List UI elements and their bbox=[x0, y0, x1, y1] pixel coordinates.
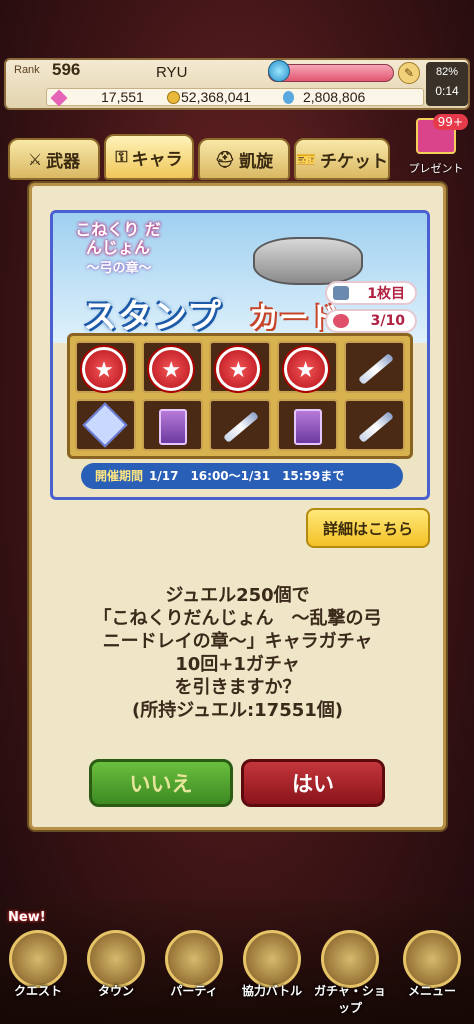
feather-icon[interactable]: ✎ bbox=[398, 62, 420, 84]
stamp-slot bbox=[276, 341, 338, 393]
yes-button[interactable]: はい bbox=[241, 759, 385, 807]
stamp-slot bbox=[209, 399, 271, 451]
nav-gacha-shop[interactable]: ガチャ・ショップ bbox=[314, 930, 386, 1015]
event-logo-subtitle: 〜弓の章〜 bbox=[86, 261, 152, 276]
details-button[interactable]: 詳細はこちら bbox=[306, 508, 430, 548]
tab-label: チケット bbox=[319, 151, 388, 172]
party-icon bbox=[165, 930, 223, 988]
gacha-confirm-dialog: こねくり だんじょん 〜弓の章〜 スタンプ カード 1枚目 3/10 開催期間 bbox=[29, 183, 446, 830]
stamp-slot bbox=[142, 399, 204, 451]
present-button[interactable]: 99+ プレゼント bbox=[404, 114, 468, 186]
tab-triumph[interactable]: ⛑ 凱旋 bbox=[198, 138, 290, 180]
new-badge: New! bbox=[8, 910, 46, 925]
message-line: 「こねくりだんじょん 〜乱撃の弓 bbox=[93, 608, 382, 629]
sword-reward-icon bbox=[223, 411, 260, 443]
drop-icon bbox=[283, 91, 294, 104]
menu-icon bbox=[403, 930, 461, 988]
book-reward-icon bbox=[293, 409, 322, 445]
battery-percent: 82% bbox=[435, 66, 459, 78]
battery-indicator: 82% 0:14 bbox=[426, 62, 468, 106]
nav-coop-battle[interactable]: 協力バトル bbox=[236, 930, 308, 998]
nav-party[interactable]: パーティ bbox=[158, 930, 230, 998]
crystal-reward-icon bbox=[82, 402, 128, 448]
event-period: 開催期間 1/17 16:00〜1/31 15:59まで bbox=[81, 463, 403, 489]
helmet-icon: ⛑ bbox=[214, 149, 236, 169]
confirm-message: ジュエル250個で 「こねくりだんじょん 〜乱撃の弓 ニードレイの章〜」キャラガ… bbox=[32, 584, 443, 722]
period-value: 1/17 16:00〜1/31 15:59まで bbox=[149, 469, 345, 483]
jewel-icon bbox=[50, 89, 68, 107]
town-icon bbox=[87, 930, 145, 988]
message-line: を引きますか？ bbox=[174, 677, 301, 698]
jewel-count: 17,551 bbox=[101, 89, 144, 105]
tab-weapon[interactable]: ⚔ 武器 bbox=[8, 138, 100, 180]
stamp-mark-icon bbox=[283, 347, 328, 391]
stamp-mark-icon bbox=[149, 347, 194, 391]
sheet-count-pill: 1枚目 bbox=[325, 281, 417, 305]
stamp-card-banner: こねくり だんじょん 〜弓の章〜 スタンプ カード 1枚目 3/10 開催期間 bbox=[50, 210, 430, 500]
stamp-icon bbox=[333, 314, 349, 328]
rank-value: 596 bbox=[52, 60, 81, 79]
ticket-icon: 🎫 bbox=[296, 149, 316, 169]
nav-label: メニュー bbox=[407, 984, 456, 998]
sword-reward-icon bbox=[357, 353, 394, 385]
gacha-shop-icon bbox=[321, 930, 379, 988]
nav-quest[interactable]: クエスト bbox=[2, 930, 74, 998]
rank-label: Rank bbox=[14, 64, 40, 76]
period-label: 開催期間 bbox=[95, 469, 144, 483]
player-name[interactable]: RYU bbox=[156, 64, 187, 81]
message-line: ジュエル250個で bbox=[165, 585, 310, 606]
sword-reward-icon bbox=[357, 411, 394, 443]
stamp-slot bbox=[276, 399, 338, 451]
card-icon bbox=[333, 286, 349, 300]
bottom-nav: New! クエスト タウン パーティ 協力バトル ガチャ・ショップ メニュー bbox=[0, 900, 474, 1024]
present-label: プレゼント bbox=[408, 163, 464, 175]
coin-count: 52,368,041 bbox=[181, 89, 252, 105]
stamp-slot bbox=[209, 341, 271, 393]
present-count-badge: 99+ bbox=[432, 114, 468, 130]
stamp-progress-pill: 3/10 bbox=[325, 309, 417, 333]
coin-icon bbox=[167, 91, 180, 104]
currency-row: 17,551 52,368,041 2,808,806 bbox=[46, 88, 424, 107]
stamp-mark-icon bbox=[216, 347, 261, 391]
tab-label: 凱旋 bbox=[239, 151, 274, 172]
airship-icon bbox=[253, 237, 363, 285]
nav-label: クエスト bbox=[13, 984, 62, 998]
key-icon: ⚿ bbox=[115, 147, 128, 166]
nav-label: ガチャ・ショップ bbox=[314, 984, 386, 1015]
stamp-slot bbox=[75, 399, 137, 451]
nav-label: 協力バトル bbox=[241, 984, 303, 998]
stamp-progress: 3/10 bbox=[370, 313, 405, 329]
stamp-grid bbox=[67, 333, 413, 459]
message-line: (所持ジュエル:17551個) bbox=[131, 700, 343, 721]
sheet-count: 1枚目 bbox=[367, 286, 405, 302]
tab-label: キャラ bbox=[131, 149, 183, 170]
book-reward-icon bbox=[159, 409, 188, 445]
stamp-card-title-a: スタンプ bbox=[83, 297, 222, 337]
tab-chara[interactable]: ⚿ キャラ bbox=[104, 134, 194, 180]
stamina-icon bbox=[268, 60, 290, 82]
stamp-slot bbox=[75, 341, 137, 393]
stamp-slot bbox=[343, 341, 405, 393]
tab-ticket[interactable]: 🎫 チケット bbox=[294, 138, 390, 180]
stamp-mark-icon bbox=[82, 347, 126, 391]
sword-icon: ⚔ bbox=[27, 149, 43, 169]
clock: 0:14 bbox=[435, 84, 459, 98]
tab-label: 武器 bbox=[46, 151, 81, 172]
nav-label: タウン bbox=[97, 984, 134, 998]
nav-menu[interactable]: メニュー bbox=[396, 930, 468, 998]
event-logo-title: こねくり だんじょん bbox=[75, 220, 161, 257]
coop-battle-icon bbox=[243, 930, 301, 988]
stamp-slot bbox=[343, 399, 405, 451]
nav-town[interactable]: タウン bbox=[80, 930, 152, 998]
status-bar: Rank 596 RYU ✎ 82% 0:14 17,551 52,368,04… bbox=[4, 58, 470, 110]
nav-label: パーティ bbox=[170, 984, 218, 998]
message-line: ニードレイの章〜」キャラガチャ bbox=[102, 631, 373, 652]
drop-count: 2,808,806 bbox=[303, 89, 366, 105]
stamp-slot bbox=[142, 341, 204, 393]
no-button[interactable]: いいえ bbox=[89, 759, 233, 807]
quest-icon bbox=[9, 930, 67, 988]
message-line: 10回+1ガチャ bbox=[175, 654, 300, 675]
